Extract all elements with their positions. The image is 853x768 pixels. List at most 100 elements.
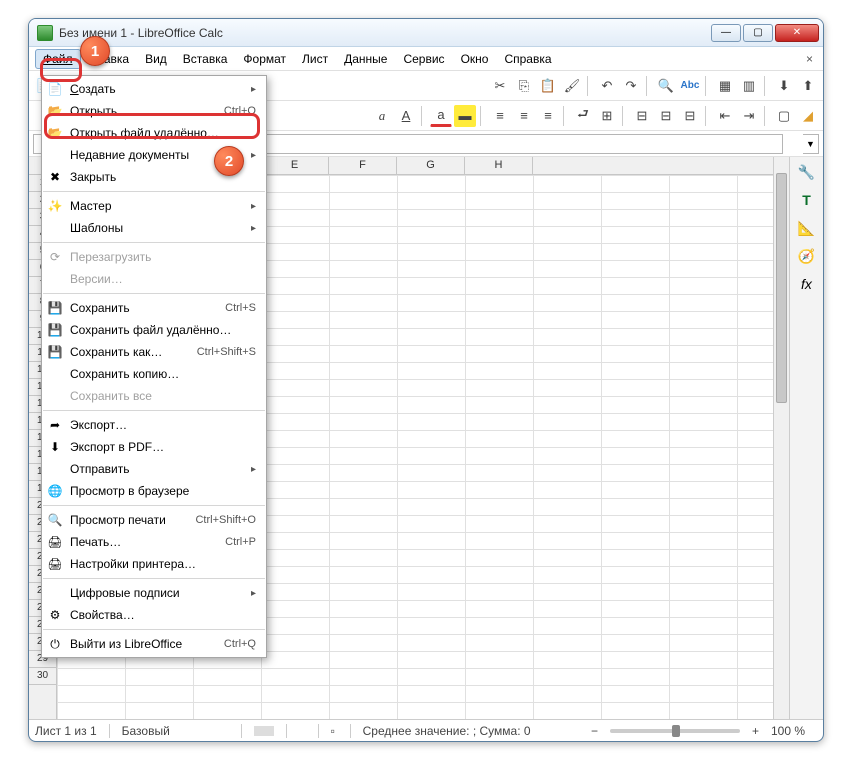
column-header[interactable]: F: [329, 157, 397, 174]
summary-indicator[interactable]: Среднее значение: ; Сумма: 0: [363, 724, 531, 738]
cut-icon[interactable]: ✂: [489, 75, 511, 97]
menu-insert[interactable]: Вставка: [175, 49, 236, 69]
printer-settings-icon: 🖨: [46, 555, 64, 573]
menu-file[interactable]: Файл: [35, 49, 81, 69]
percent-icon[interactable]: ⊟: [655, 105, 677, 127]
sidebar-navigator-icon[interactable]: 🧭: [796, 245, 818, 267]
column-header[interactable]: G: [397, 157, 465, 174]
menu-save-as-label: Сохранить как…: [70, 345, 191, 359]
sheet-indicator[interactable]: Лист 1 из 1: [35, 724, 110, 738]
undo-icon[interactable]: ↶: [596, 75, 618, 97]
wrap-icon[interactable]: ⮐: [572, 105, 594, 127]
sort-desc-icon[interactable]: ⬆: [797, 75, 819, 97]
number-icon[interactable]: ⊟: [679, 105, 701, 127]
menu-window[interactable]: Окно: [453, 49, 497, 69]
align-center-icon[interactable]: ≡: [513, 105, 535, 127]
submenu-arrow-icon: ▸: [251, 201, 256, 212]
sidebar-styles-icon[interactable]: T: [796, 189, 818, 211]
menu-export[interactable]: ➦Экспорт…: [42, 414, 266, 436]
close-window-button[interactable]: ✕: [775, 24, 819, 42]
find-icon[interactable]: 🔍: [655, 75, 677, 97]
maximize-button[interactable]: ▢: [743, 24, 773, 42]
zoom-slider[interactable]: [610, 729, 740, 733]
menu-versions: Версии…: [42, 268, 266, 290]
menu-sheet[interactable]: Лист: [294, 49, 336, 69]
menu-save-as[interactable]: 💾Сохранить как…Ctrl+Shift+S: [42, 341, 266, 363]
menu-save-copy[interactable]: Сохранить копию…: [42, 363, 266, 385]
underline-icon[interactable]: A: [395, 105, 417, 127]
menu-view[interactable]: Вид: [137, 49, 175, 69]
menu-wizard-label: Мастер: [70, 199, 245, 213]
menu-printer-settings[interactable]: 🖨Настройки принтера…: [42, 553, 266, 575]
menu-open-remote[interactable]: 📂Открыть файл удалённо…: [42, 122, 266, 144]
font-color-icon[interactable]: a: [430, 105, 452, 127]
zoom-percent[interactable]: 100 %: [771, 724, 817, 738]
redo-icon[interactable]: ↷: [620, 75, 642, 97]
menu-tools[interactable]: Сервис: [395, 49, 452, 69]
insert-mode[interactable]: [299, 724, 319, 738]
zoom-in-button[interactable]: +: [752, 724, 759, 738]
menu-save[interactable]: 💾СохранитьCtrl+S: [42, 297, 266, 319]
menu-save-remote[interactable]: 💾Сохранить файл удалённо…: [42, 319, 266, 341]
menu-export-pdf[interactable]: ⬇Экспорт в PDF…: [42, 436, 266, 458]
cell-style-indicator[interactable]: Базовый: [122, 724, 242, 738]
align-left-icon[interactable]: ≡: [489, 105, 511, 127]
paste-icon[interactable]: 📋: [537, 75, 559, 97]
sort-asc-icon[interactable]: ⬇: [773, 75, 795, 97]
merge-icon[interactable]: ⊞: [596, 105, 618, 127]
title-bar: Без имени 1 - LibreOffice Calc — ▢ ✕: [29, 19, 823, 47]
globe-icon: 🌐: [46, 482, 64, 500]
sidebar-properties-icon[interactable]: 🔧: [796, 161, 818, 183]
row-icon[interactable]: ▦: [714, 75, 736, 97]
minimize-button[interactable]: —: [711, 24, 741, 42]
indent-dec-icon[interactable]: ⇤: [714, 105, 736, 127]
menu-browser-preview[interactable]: 🌐Просмотр в браузере: [42, 480, 266, 502]
borders-icon[interactable]: ▢: [773, 105, 795, 127]
column-header[interactable]: E: [261, 157, 329, 174]
menu-data[interactable]: Данные: [336, 49, 395, 69]
vertical-scrollbar[interactable]: [773, 157, 789, 719]
spellcheck-icon[interactable]: Abc: [679, 75, 701, 97]
selection-mode[interactable]: ▫: [331, 724, 351, 738]
indent-inc-icon[interactable]: ⇥: [738, 105, 760, 127]
menu-wizard[interactable]: ✨Мастер▸: [42, 195, 266, 217]
menu-send[interactable]: Отправить▸: [42, 458, 266, 480]
menu-reload: ⟳Перезагрузить: [42, 246, 266, 268]
formula-expand-icon[interactable]: ▼: [803, 134, 819, 154]
col-icon[interactable]: ▥: [738, 75, 760, 97]
menu-create-label: оздать: [79, 82, 116, 96]
row-header[interactable]: 30: [29, 668, 56, 685]
currency-icon[interactable]: ⊟: [631, 105, 653, 127]
menu-properties[interactable]: ⚙Свойства…: [42, 604, 266, 626]
modified-indicator: [254, 724, 287, 738]
menu-print-preview[interactable]: 🔍Просмотр печатиCtrl+Shift+O: [42, 509, 266, 531]
menu-exit[interactable]: ⏻Выйти из LibreOfficeCtrl+Q: [42, 633, 266, 655]
callout-1: 1: [80, 36, 110, 66]
menu-create[interactable]: 📄Создать▸: [42, 78, 266, 100]
formula-input[interactable]: [197, 134, 783, 154]
conditional-icon[interactable]: ◢: [797, 105, 819, 127]
menu-print[interactable]: 🖨Печать…Ctrl+P: [42, 531, 266, 553]
menu-help[interactable]: Справка: [496, 49, 559, 69]
export-pdf-icon: ⬇: [46, 438, 64, 456]
close-document-button[interactable]: ×: [802, 52, 817, 66]
zoom-out-button[interactable]: −: [591, 724, 598, 738]
menu-versions-label: Версии…: [70, 272, 256, 286]
menu-save-all: Сохранить все: [42, 385, 266, 407]
sidebar-functions-icon[interactable]: fx: [796, 273, 818, 295]
italic-icon[interactable]: a: [371, 105, 393, 127]
menu-templates[interactable]: Шаблоны▸: [42, 217, 266, 239]
menu-format[interactable]: Формат: [235, 49, 294, 69]
menu-open[interactable]: 📂Открыть…Ctrl+O: [42, 100, 266, 122]
app-icon: [37, 25, 53, 41]
menu-digital-signatures[interactable]: Цифровые подписи▸: [42, 582, 266, 604]
menu-properties-label: Свойства…: [70, 608, 256, 622]
menu-open-remote-label: Открыть файл удалённо…: [70, 126, 256, 140]
menu-export-label: Экспорт…: [70, 418, 256, 432]
column-header[interactable]: H: [465, 157, 533, 174]
format-paint-icon[interactable]: 🖌: [561, 75, 583, 97]
highlight-icon[interactable]: ▬: [454, 105, 476, 127]
copy-icon[interactable]: ⎘: [513, 75, 535, 97]
sidebar-gallery-icon[interactable]: 📐: [796, 217, 818, 239]
align-right-icon[interactable]: ≡: [537, 105, 559, 127]
